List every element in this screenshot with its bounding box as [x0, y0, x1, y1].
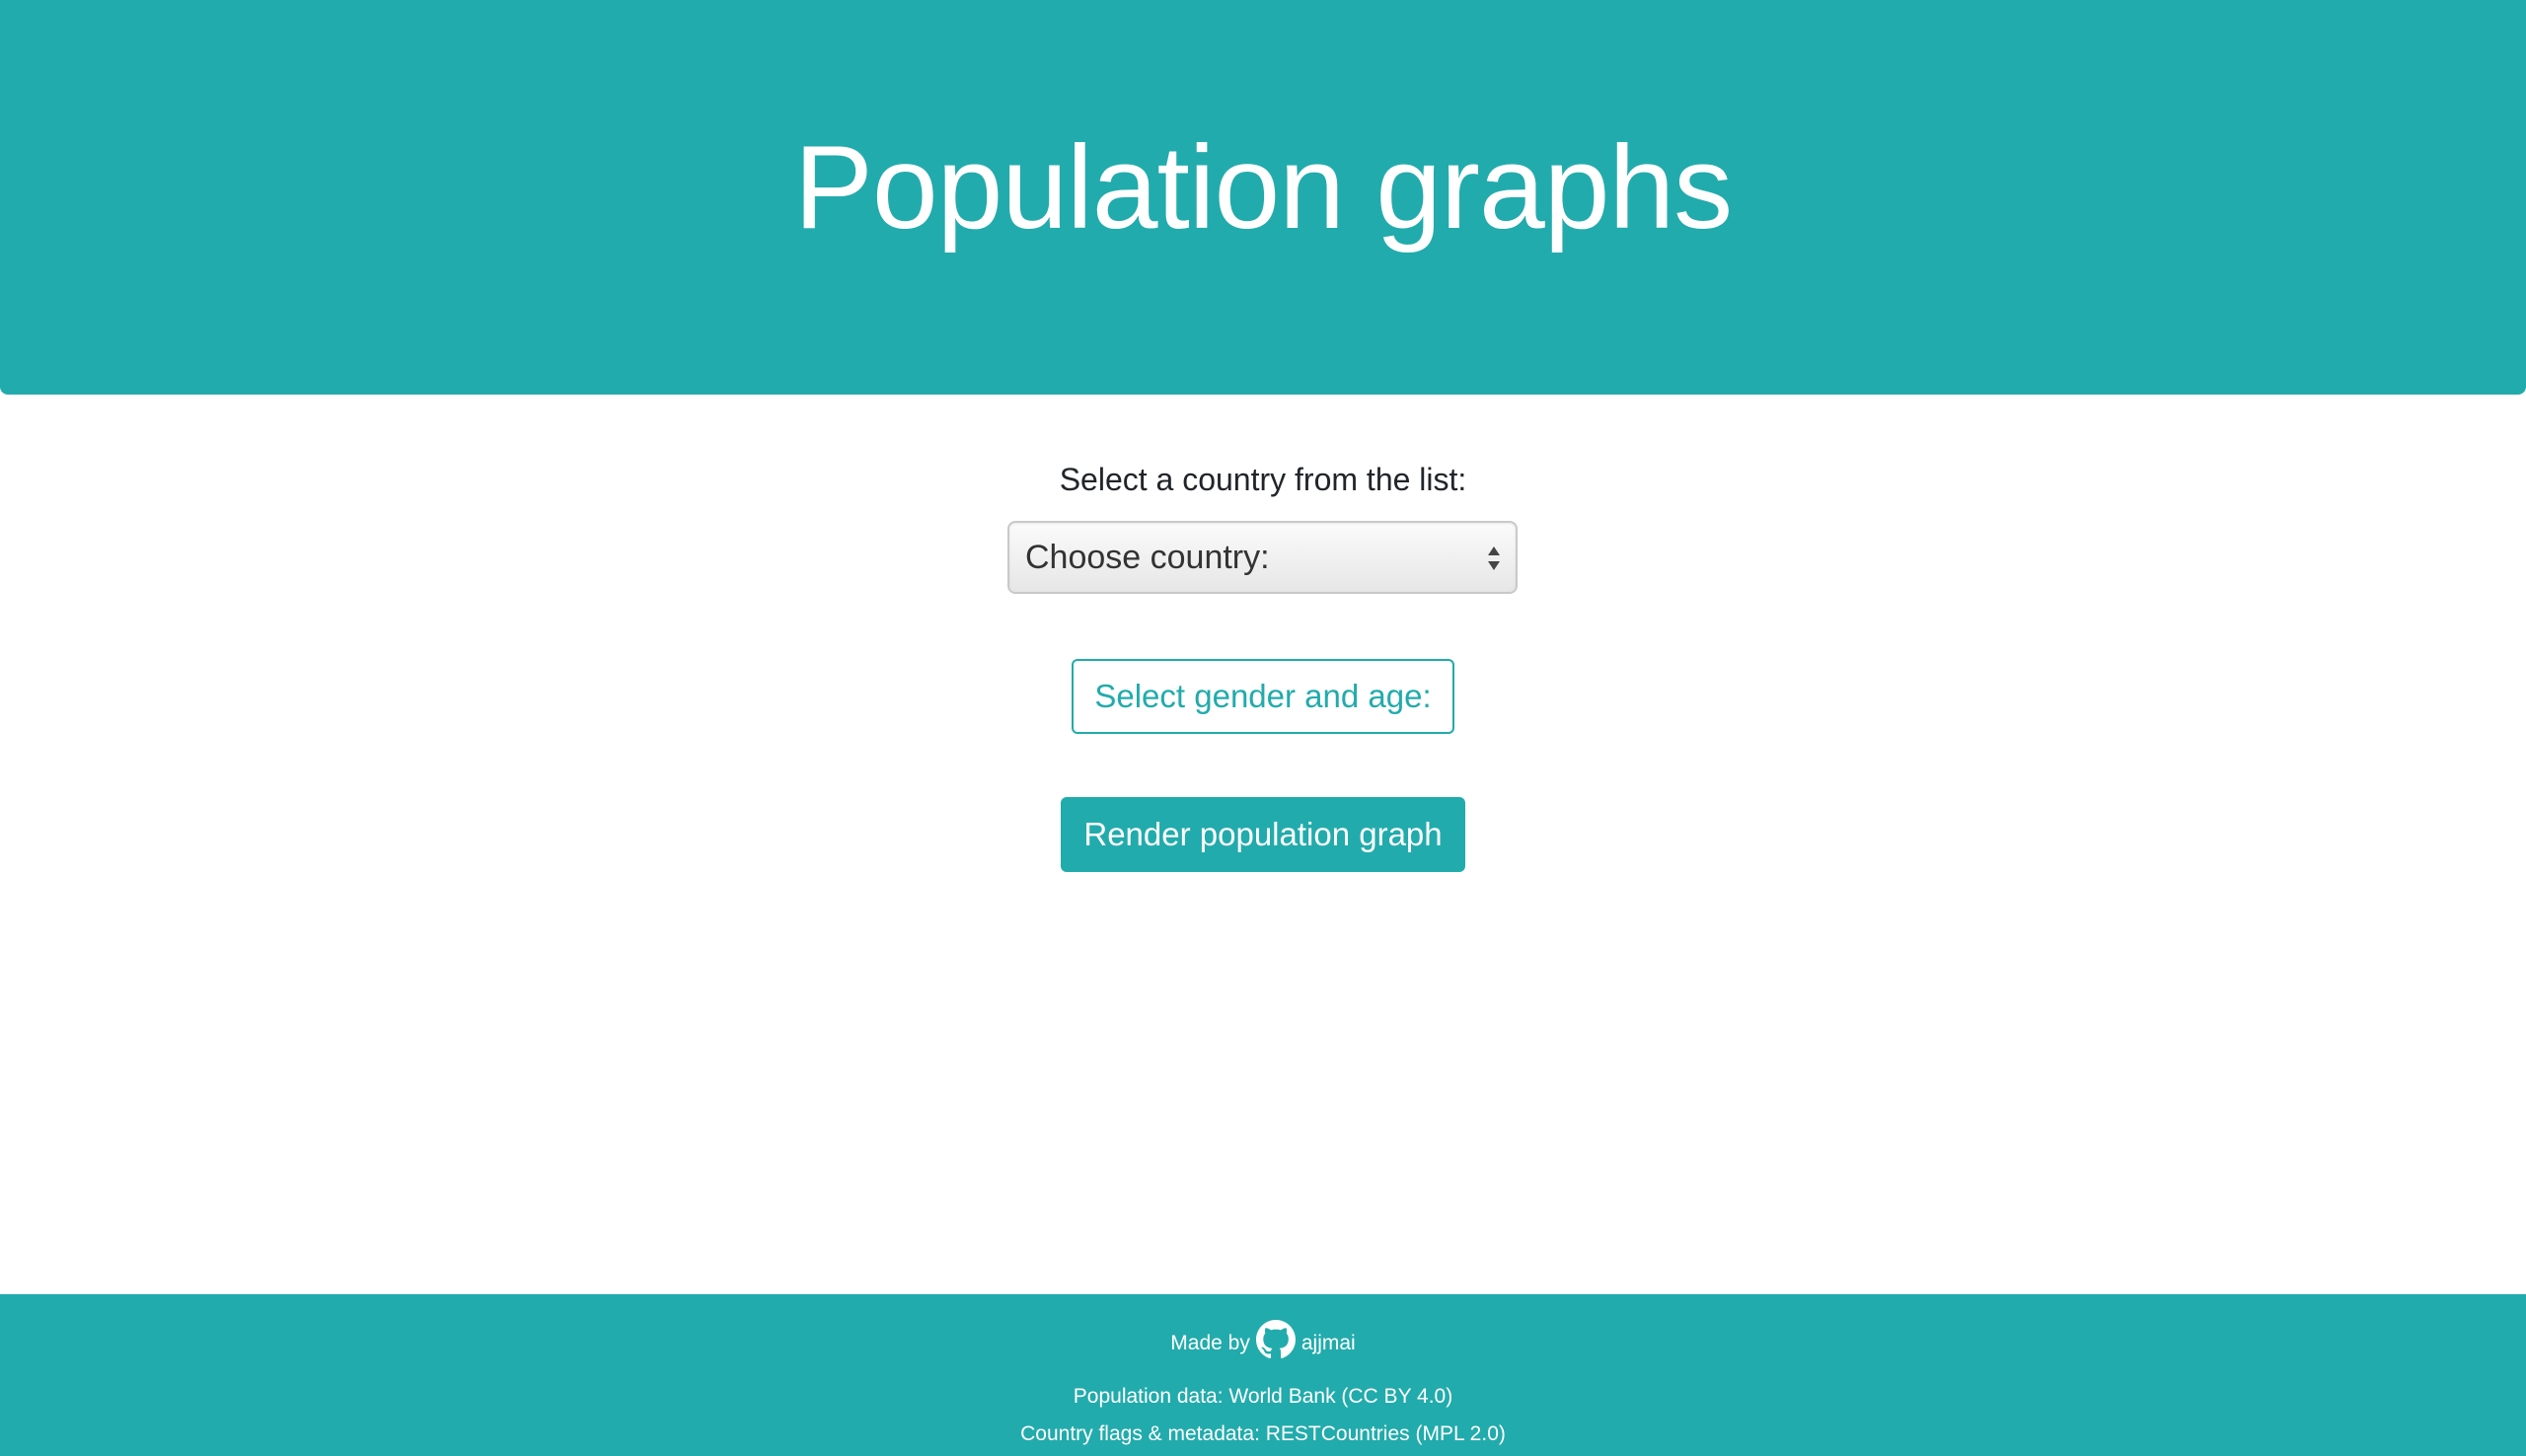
made-by-text: Made by	[1170, 1332, 1250, 1354]
author-link[interactable]: ajjmai	[1301, 1332, 1356, 1355]
github-icon[interactable]	[1255, 1320, 1296, 1359]
render-population-graph-button[interactable]: Render population graph	[1061, 797, 1465, 872]
country-select-value: Choose country:	[1025, 538, 1270, 576]
made-by-line: Made by ajjmai	[0, 1320, 2526, 1359]
hero-banner: Population graphs	[0, 0, 2526, 395]
footer: Made by ajjmai Population data: World Ba…	[0, 1294, 2526, 1456]
select-arrows-icon	[1488, 546, 1500, 570]
page-title: Population graphs	[793, 121, 1733, 254]
country-select[interactable]: Choose country:	[1007, 521, 1518, 594]
population-data-credit[interactable]: Population data: World Bank (CC BY 4.0)	[0, 1385, 2526, 1409]
country-select-label: Select a country from the list:	[1059, 462, 1467, 497]
flags-metadata-credit[interactable]: Country flags & metadata: RESTCountries …	[0, 1422, 2526, 1446]
select-gender-age-button[interactable]: Select gender and age:	[1072, 659, 1454, 734]
page: Population graphs Select a country from …	[0, 0, 2526, 1456]
